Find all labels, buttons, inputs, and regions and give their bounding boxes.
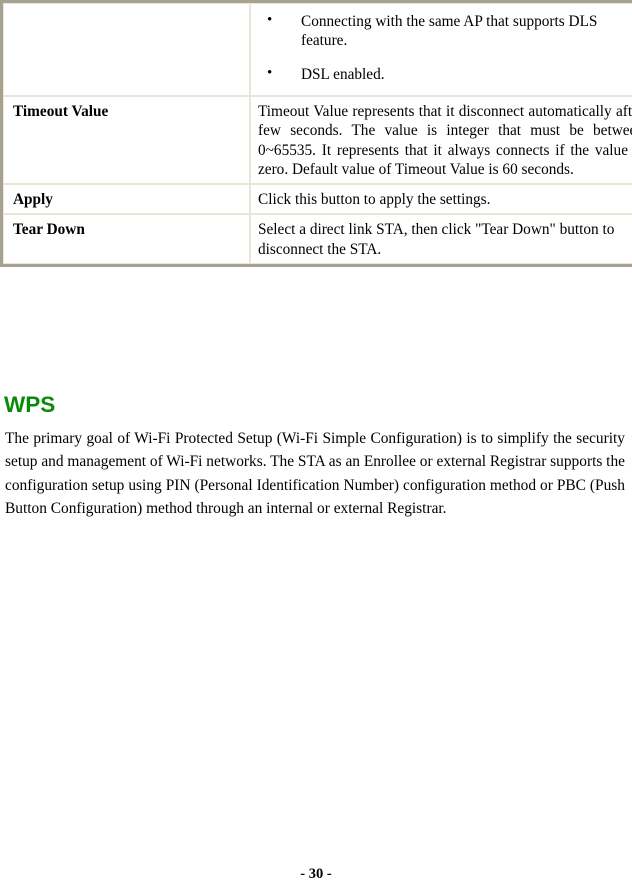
page-number-footer: - 30 - <box>300 866 332 882</box>
section-heading-wps: WPS <box>4 392 56 417</box>
list-item-text: DSL enabled. <box>301 65 385 83</box>
table-cell-description-apply: Click this button to apply the settings. <box>250 184 632 215</box>
list-item: • Connecting with the same AP that suppo… <box>258 12 632 51</box>
document-page: • Connecting with the same AP that suppo… <box>0 0 632 889</box>
table-row: Tear Down Select a direct link STA, then… <box>3 214 632 264</box>
table-cell-label-empty <box>3 3 250 96</box>
table-cell-label-timeout-value: Timeout Value <box>3 96 250 185</box>
section-paragraph-wps: The primary goal of Wi-Fi Protected Setu… <box>5 430 625 518</box>
table-body: • Connecting with the same AP that suppo… <box>3 3 632 264</box>
requirements-bullet-list: • Connecting with the same AP that suppo… <box>258 12 632 84</box>
bullet-dot-icon: • <box>267 64 273 81</box>
table-row: • Connecting with the same AP that suppo… <box>3 3 632 96</box>
table-cell-bullets: • Connecting with the same AP that suppo… <box>250 3 632 96</box>
table-cell-label-apply: Apply <box>3 184 250 215</box>
table-cell-description-tear-down: Select a direct link STA, then click "Te… <box>250 214 632 264</box>
list-item: • DSL enabled. <box>258 65 632 84</box>
table-row: Apply Click this button to apply the set… <box>3 184 632 215</box>
bullet-dot-icon: • <box>267 12 273 28</box>
table-cell-description-timeout-value: Timeout Value represents that it disconn… <box>250 96 632 185</box>
table-cell-label-tear-down: Tear Down <box>3 214 250 264</box>
table-row: Timeout Value Timeout Value represents t… <box>3 96 632 185</box>
list-item-text: Connecting with the same AP that support… <box>301 13 598 50</box>
settings-description-table: • Connecting with the same AP that suppo… <box>0 0 632 267</box>
